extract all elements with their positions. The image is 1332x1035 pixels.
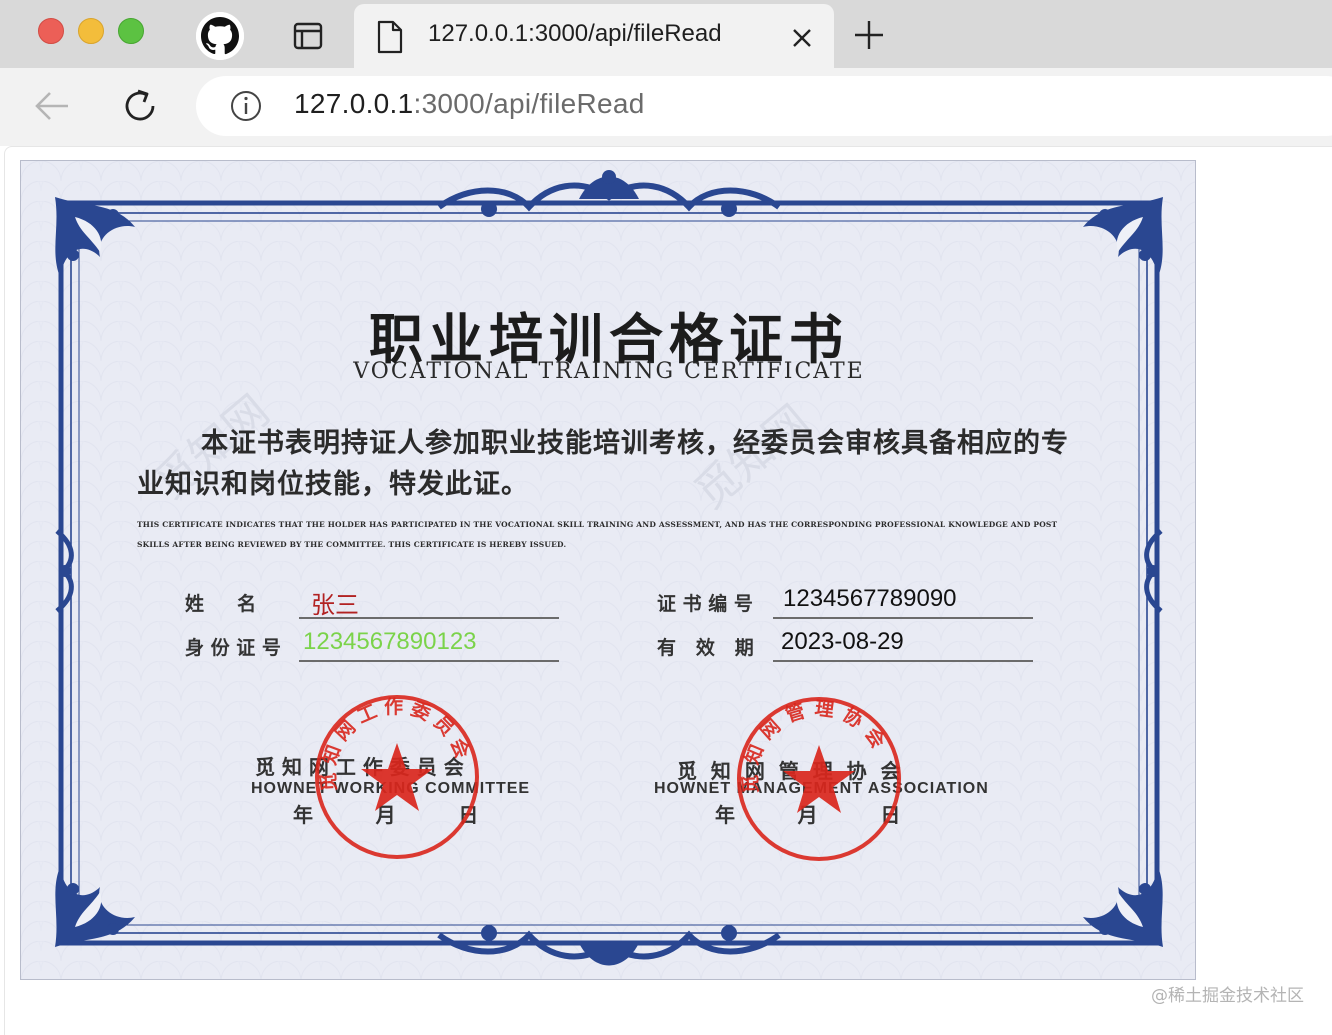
tab-title: 127.0.0.1:3000/api/fileRead: [428, 20, 722, 47]
url-path: :3000/api/fileRead: [413, 88, 645, 119]
id-number-underline: [299, 660, 559, 662]
tab-active[interactable]: 127.0.0.1:3000/api/fileRead: [354, 4, 834, 68]
github-icon[interactable]: [196, 12, 244, 60]
red-seal-stamp-left: 觅知网工作委员会: [315, 695, 479, 859]
sidebar-icon[interactable]: [292, 20, 324, 52]
info-icon[interactable]: [230, 90, 262, 122]
certificate-body-zh: 本证书表明持证人参加职业技能培训考核，经委员会审核具备相应的专业知识和岗位技能，…: [137, 428, 1069, 500]
back-arrow-icon[interactable]: [34, 90, 70, 122]
id-number-label: 身 份 证 号: [185, 637, 281, 659]
certificate-border: 觅知网 觅知网: [21, 161, 1195, 979]
certificate-subtitle: VOCATIONAL TRAINING CERTIFICATE: [353, 359, 865, 384]
cert-number-value: 1234567789090: [783, 585, 957, 612]
valid-until-underline: [773, 660, 1033, 662]
valid-until-value: 2023-08-29: [781, 628, 904, 655]
url-host: 127.0.0.1: [294, 88, 414, 119]
address-bar[interactable]: 127.0.0.1:3000/api/fileRead: [196, 76, 1332, 136]
name-label: 姓 名: [185, 593, 257, 615]
name-value: 张三: [311, 592, 359, 619]
file-icon: [376, 20, 404, 54]
browser-tab-strip: 127.0.0.1:3000/api/fileRead: [0, 0, 1332, 68]
reload-icon[interactable]: [120, 86, 160, 126]
window-minimize-button[interactable]: [78, 18, 104, 44]
name-underline: [299, 617, 559, 619]
window-zoom-button[interactable]: [118, 18, 144, 44]
window-close-button[interactable]: [38, 18, 64, 44]
certificate-body-en: THIS CERTIFICATE INDICATES THAT THE HOLD…: [137, 520, 1058, 549]
red-seal-stamp-right: 觅知网管理协会: [737, 697, 901, 861]
certificate-image: 觅知网 觅知网 职业培训合格证书 VOCATIONAL TRAINING CER…: [20, 160, 1196, 980]
plus-icon[interactable]: [852, 18, 886, 52]
valid-until-label: 有 效 期: [657, 637, 754, 659]
id-number-value: 1234567890123: [303, 628, 477, 655]
cert-number-underline: [773, 617, 1033, 619]
url-text[interactable]: 127.0.0.1:3000/api/fileRead: [294, 88, 645, 120]
browser-toolbar: 127.0.0.1:3000/api/fileRead: [0, 68, 1332, 146]
juejin-watermark: @稀土掘金技术社区: [1151, 986, 1304, 1006]
close-icon[interactable]: [788, 24, 816, 52]
cert-number-label: 证 书 编 号: [657, 593, 753, 615]
